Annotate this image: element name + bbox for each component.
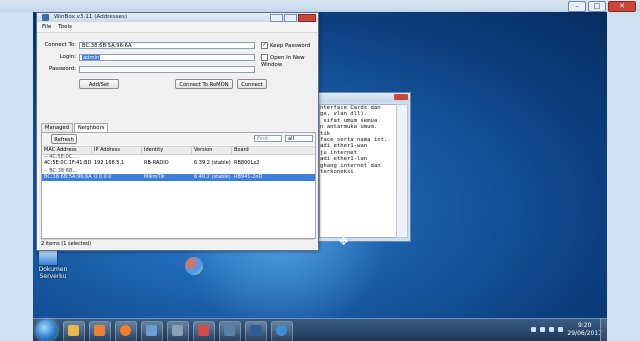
neighbors-panel: Refresh Find all MAC Address IP Address … (41, 132, 316, 239)
taskbar-firefox-icon[interactable] (115, 321, 137, 341)
tray-icon[interactable] (558, 327, 563, 332)
filter-select[interactable]: all (285, 135, 313, 142)
column-ip[interactable]: IP Address (92, 147, 142, 154)
cell-identity: MikroTik (144, 174, 165, 180)
tab-neighbors[interactable]: Neighbors (73, 123, 109, 132)
cell-mac: 4C:5E:0C:1F:41:BD (44, 160, 92, 166)
connect-to-input[interactable]: BC:38:6B:5A:96:6A (79, 42, 255, 49)
winbox-maximize-button[interactable] (284, 14, 297, 22)
notepad-line: terkoneksi (320, 169, 354, 176)
cell-identity: RB-RADIO (144, 160, 169, 166)
menu-file[interactable]: File (42, 24, 51, 30)
connect-romon-button[interactable]: Connect To RoMON (175, 79, 233, 89)
winbox-title: WinBox v3.11 (Addresses) (54, 14, 128, 20)
password-label: Password: (49, 66, 76, 72)
desktop: Dokumen Serverku nterface Cards dan ge, … (33, 12, 607, 341)
desktop-shortcut[interactable]: Dokumen Serverku (35, 250, 67, 280)
viewer-close-button[interactable]: ✕ (608, 1, 636, 12)
login-input[interactable]: admin (79, 54, 255, 61)
login-value: admin (82, 55, 101, 61)
cell-mac: BC:38:6B:5A:96:6A (44, 174, 92, 180)
taskbar-app-icon[interactable] (245, 321, 267, 341)
windows-logo-icon (185, 257, 203, 275)
clock[interactable]: 9:20 29/06/2017 (567, 322, 602, 338)
keep-password-label: Keep Password (270, 43, 311, 49)
table-row[interactable]: 4C:5E:0C:1F:41:BD 192.168.5.1 RB-RADIO 6… (42, 160, 315, 167)
cell-board: RB800Lx2 (234, 160, 260, 166)
show-desktop-button[interactable] (600, 319, 607, 341)
winbox-close-button[interactable] (298, 14, 316, 22)
start-button[interactable] (36, 320, 57, 341)
desktop-shortcut-label: Dokumen Serverku (38, 266, 68, 280)
status-bar: 2 items (1 selected) (41, 239, 314, 248)
cell-version: 6.40.2 (stable) (194, 174, 231, 180)
tray-icon[interactable] (540, 327, 545, 332)
neighbors-toolbar: Refresh Find all (42, 133, 315, 145)
checkbox-unchecked-icon (261, 54, 268, 61)
checkbox-checked-icon: ✓ (261, 42, 268, 49)
refresh-button[interactable]: Refresh (51, 134, 77, 144)
cell-version: 6.39.2 (stable) (194, 160, 231, 166)
column-mac[interactable]: MAC Address (42, 147, 92, 154)
notepad-scrollbar[interactable] (396, 104, 408, 238)
taskbar: 9:20 29/06/2017 (33, 318, 607, 341)
notepad-close-button[interactable] (394, 94, 408, 100)
taskbar-app-icon[interactable] (141, 321, 163, 341)
winbox-app-icon (42, 14, 49, 21)
clock-date: 29/06/2017 (567, 330, 602, 337)
cell-board: RB941-2nD (234, 174, 263, 180)
password-input[interactable] (79, 66, 255, 73)
system-tray (531, 327, 563, 332)
notepad-window[interactable]: nterface Cards dan ge, vlan dll). sifat … (315, 92, 411, 242)
tray-icon[interactable] (549, 327, 554, 332)
cell-ip: 192.168.5.1 (94, 160, 125, 166)
taskbar-explorer-icon[interactable] (63, 321, 85, 341)
column-version[interactable]: Version (192, 147, 232, 154)
find-input[interactable]: Find (254, 135, 282, 142)
tray-icon[interactable] (531, 327, 536, 332)
folder-icon (38, 250, 58, 266)
column-board[interactable]: Board (232, 147, 315, 154)
column-identity[interactable]: Identity (142, 147, 192, 154)
taskbar-app-icon[interactable] (167, 321, 189, 341)
menu-tools[interactable]: Tools (58, 24, 72, 30)
table-row-selected[interactable]: BC:38:6B:5A:96:6A 0.0.0.0 MikroTik 6.40.… (42, 174, 315, 181)
viewer-maximize-button[interactable]: □ (588, 1, 606, 12)
winbox-menubar: File Tools (37, 23, 318, 33)
viewer-minimize-button[interactable]: – (568, 1, 586, 12)
taskbar-app-icon[interactable] (193, 321, 215, 341)
open-new-window-checkbox[interactable]: Open In New Window (261, 54, 318, 69)
taskbar-winbox-icon[interactable] (271, 321, 293, 341)
remote-viewer-frame: – □ ✕ Dokumen Serverku nterface Cards da… (0, 0, 640, 341)
connect-to-label: Connect To: (44, 42, 77, 48)
login-label: Login: (59, 54, 76, 60)
keep-password-checkbox[interactable]: ✓ Keep Password (261, 42, 310, 50)
notepad-text-area[interactable]: nterface Cards dan ge, vlan dll). sifat … (319, 104, 397, 238)
mouse-cursor-icon: ✥ (339, 235, 349, 248)
taskbar-app-icon[interactable] (219, 321, 241, 341)
winbox-tabs: Managed Neighbors (41, 123, 109, 132)
winbox-minimize-button[interactable] (270, 14, 283, 22)
cell-ip: 0.0.0.0 (94, 174, 112, 180)
connect-button[interactable]: Connect (237, 79, 267, 89)
add-set-button[interactable]: Add/Set (79, 79, 119, 89)
clock-time: 9:20 (577, 322, 592, 329)
tab-managed[interactable]: Managed (41, 123, 73, 132)
winbox-titlebar[interactable]: WinBox v3.11 (Addresses) (37, 13, 318, 22)
taskbar-media-player-icon[interactable] (89, 321, 111, 341)
winbox-window[interactable]: WinBox v3.11 (Addresses) File Tools Conn… (36, 12, 319, 251)
viewer-titlebar: – □ ✕ (0, 0, 640, 12)
notepad-titlebar[interactable] (316, 93, 410, 102)
